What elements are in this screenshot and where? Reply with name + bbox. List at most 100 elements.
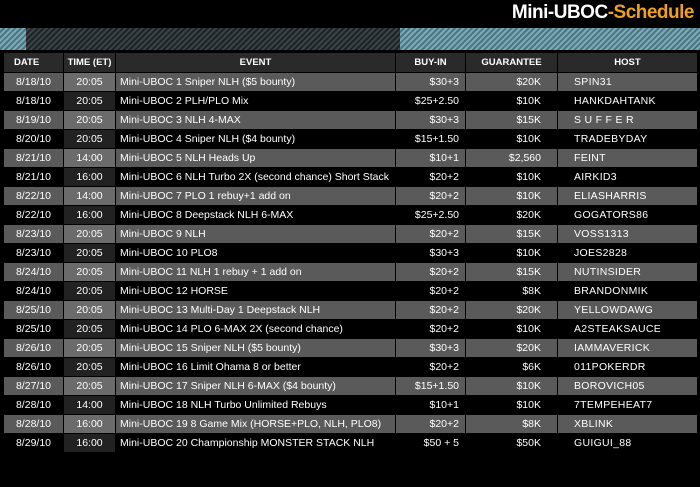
cell-guarantee: $20K	[466, 206, 558, 224]
col-header-host: HOST	[558, 53, 698, 72]
cell-host: HANKDAHTANK	[558, 92, 698, 110]
cell-date: 8/26/10	[4, 339, 64, 357]
schedule-table: DATE TIME (ET) EVENT BUY-IN GUARANTEE HO…	[4, 52, 698, 453]
table-row: 8/19/10 20:05 Mini-UBOC 3 NLH 4-MAX $30+3 $1…	[4, 111, 698, 129]
table-row: 8/28/10 14:00 Mini-UBOC 18 NLH Turbo Unlim…	[4, 396, 698, 414]
table-header-row: DATE TIME (ET) EVENT BUY-IN GUARANTEE HO…	[4, 53, 698, 72]
cell-event: Mini-UBOC 17 Sniper NLH 6-MAX ($4 bounty…	[116, 377, 396, 395]
title-sub: -Schedule	[607, 2, 695, 23]
cell-date: 8/20/10	[4, 130, 64, 148]
cell-guarantee: $10K	[466, 396, 558, 414]
cell-host: TRADEBYDAY	[558, 130, 698, 148]
cell-event: Mini-UBOC 4 Sniper NLH ($4 bounty)	[116, 130, 396, 148]
cell-buyin: $20+2	[396, 187, 466, 205]
table-row: 8/24/10 20:05 Mini-UBOC 11 NLH 1 rebuy + 1…	[4, 263, 698, 281]
col-header-buyin: BUY-IN	[396, 53, 466, 72]
cell-buyin: $30+3	[396, 339, 466, 357]
header-stripe	[0, 28, 700, 50]
cell-time: 20:05	[64, 244, 116, 262]
table-row: 8/20/10 20:05 Mini-UBOC 4 Sniper NLH ($4 b…	[4, 130, 698, 148]
cell-time: 14:00	[64, 187, 116, 205]
cell-guarantee: $10K	[466, 130, 558, 148]
cell-buyin: $15+1.50	[396, 130, 466, 148]
cell-event: Mini-UBOC 7 PLO 1 rebuy+1 add on	[116, 187, 396, 205]
cell-buyin: $20+2	[396, 358, 466, 376]
cell-guarantee: $15K	[466, 225, 558, 243]
table-row: 8/21/10 14:00 Mini-UBOC 5 NLH Heads Up $10+…	[4, 149, 698, 167]
cell-guarantee: $2,560	[466, 149, 558, 167]
cell-host: IAMMAVERICK	[558, 339, 698, 357]
cell-host: A2STEAKSAUCE	[558, 320, 698, 338]
table-row: 8/22/10 14:00 Mini-UBOC 7 PLO 1 rebuy+1 ad…	[4, 187, 698, 205]
cell-event: Mini-UBOC 15 Sniper NLH ($5 bounty)	[116, 339, 396, 357]
cell-event: Mini-UBOC 5 NLH Heads Up	[116, 149, 396, 167]
cell-buyin: $20+2	[396, 415, 466, 433]
stripe-accent-right	[400, 28, 700, 50]
cell-date: 8/23/10	[4, 225, 64, 243]
cell-buyin: $20+2	[396, 320, 466, 338]
cell-buyin: $20+2	[396, 282, 466, 300]
cell-buyin: $20+2	[396, 263, 466, 281]
cell-buyin: $30+3	[396, 73, 466, 91]
cell-event: Mini-UBOC 2 PLH/PLO Mix	[116, 92, 396, 110]
stripe-accent-left	[0, 28, 26, 50]
cell-date: 8/25/10	[4, 320, 64, 338]
cell-time: 20:05	[64, 111, 116, 129]
cell-guarantee: $20K	[466, 301, 558, 319]
table-row: 8/23/10 20:05 Mini-UBOC 10 PLO8 $30+3 $10K JO…	[4, 244, 698, 262]
cell-buyin: $20+2	[396, 225, 466, 243]
table-row: 8/23/10 20:05 Mini-UBOC 9 NLH $20+2 $15K VOSS…	[4, 225, 698, 243]
col-header-guarantee: GUARANTEE	[466, 53, 558, 72]
table-row: 8/24/10 20:05 Mini-UBOC 12 HORSE $20+2 $8K BR…	[4, 282, 698, 300]
cell-event: Mini-UBOC 19 8 Game Mix (HORSE+PLO, NLH,…	[116, 415, 396, 433]
cell-time: 20:05	[64, 263, 116, 281]
table-row: 8/28/10 16:00 Mini-UBOC 19 8 Game Mix (HOR…	[4, 415, 698, 433]
cell-event: Mini-UBOC 6 NLH Turbo 2X (second chance)…	[116, 168, 396, 186]
cell-guarantee: $8K	[466, 282, 558, 300]
cell-time: 20:05	[64, 73, 116, 91]
cell-buyin: $10+1	[396, 396, 466, 414]
cell-date: 8/23/10	[4, 244, 64, 262]
cell-date: 8/21/10	[4, 149, 64, 167]
table-row: 8/26/10 20:05 Mini-UBOC 15 Sniper NLH ($5 …	[4, 339, 698, 357]
cell-host: GOGATORS86	[558, 206, 698, 224]
cell-time: 16:00	[64, 434, 116, 452]
cell-date: 8/22/10	[4, 206, 64, 224]
cell-buyin: $20+2	[396, 168, 466, 186]
table-row: 8/18/10 20:05 Mini-UBOC 2 PLH/PLO Mix $25+2…	[4, 92, 698, 110]
cell-buyin: $50 + 5	[396, 434, 466, 452]
cell-buyin: $30+3	[396, 111, 466, 129]
cell-guarantee: $10K	[466, 244, 558, 262]
cell-buyin: $10+1	[396, 149, 466, 167]
cell-buyin: $20+2	[396, 301, 466, 319]
cell-date: 8/21/10	[4, 168, 64, 186]
cell-host: NUTINSIDER	[558, 263, 698, 281]
cell-guarantee: $10K	[466, 320, 558, 338]
cell-time: 14:00	[64, 396, 116, 414]
cell-time: 14:00	[64, 149, 116, 167]
cell-buyin: $30+3	[396, 244, 466, 262]
cell-event: Mini-UBOC 11 NLH 1 rebuy + 1 add on	[116, 263, 396, 281]
cell-host: YELLOWDAWG	[558, 301, 698, 319]
cell-host: JOES2828	[558, 244, 698, 262]
cell-guarantee: $50K	[466, 434, 558, 452]
cell-date: 8/24/10	[4, 282, 64, 300]
cell-host: 011POKERDR	[558, 358, 698, 376]
cell-event: Mini-UBOC 13 Multi-Day 1 Deepstack NLH	[116, 301, 396, 319]
cell-guarantee: $10K	[466, 187, 558, 205]
table-row: 8/18/10 20:05 Mini-UBOC 1 Sniper NLH ($5 b…	[4, 73, 698, 91]
cell-date: 8/28/10	[4, 415, 64, 433]
cell-event: Mini-UBOC 3 NLH 4-MAX	[116, 111, 396, 129]
schedule-body: 8/18/10 20:05 Mini-UBOC 1 Sniper NLH ($5 b…	[4, 73, 698, 452]
col-header-date: DATE	[4, 53, 64, 72]
cell-time: 20:05	[64, 339, 116, 357]
cell-guarantee: $6K	[466, 358, 558, 376]
cell-event: Mini-UBOC 9 NLH	[116, 225, 396, 243]
cell-guarantee: $15K	[466, 263, 558, 281]
cell-guarantee: $15K	[466, 111, 558, 129]
cell-date: 8/26/10	[4, 358, 64, 376]
cell-event: Mini-UBOC 12 HORSE	[116, 282, 396, 300]
cell-host: BOROVICH05	[558, 377, 698, 395]
cell-guarantee: $10K	[466, 168, 558, 186]
cell-event: Mini-UBOC 20 Championship MONSTER STACK …	[116, 434, 396, 452]
